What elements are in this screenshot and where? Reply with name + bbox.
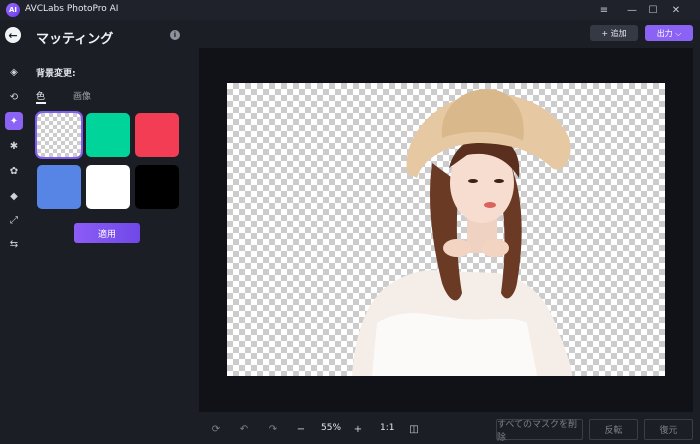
swatch-transparent[interactable] bbox=[35, 111, 83, 159]
maximize-button[interactable]: ☐ bbox=[645, 2, 661, 18]
title-bar: AI AVCLabs PhotoPro AI ≡ — ☐ ✕ bbox=[0, 0, 700, 20]
tab-image[interactable]: 画像 bbox=[73, 89, 91, 102]
bottom-toolbar: ⟳ ↶ ↷ − 55% + 1:1 ◫ すべてのマスクを削除 反転 復元 bbox=[199, 415, 693, 444]
back-button[interactable]: ← bbox=[5, 27, 21, 43]
matting-panel: マッティング i 背景変更: 色 画像 適用 bbox=[28, 20, 192, 444]
menu-icon[interactable]: ≡ bbox=[596, 2, 612, 18]
matting-tool-icon[interactable]: ✦ bbox=[5, 112, 23, 130]
enhance-tool-icon[interactable]: ⟲ bbox=[5, 88, 23, 106]
colorize-tool-icon[interactable]: ✱ bbox=[5, 137, 23, 155]
app-title: AVCLabs PhotoPro AI bbox=[25, 4, 119, 14]
reset-icon[interactable]: ⟳ bbox=[209, 422, 223, 436]
tab-color[interactable]: 色 bbox=[36, 89, 47, 104]
background-change-label: 背景変更: bbox=[36, 69, 76, 79]
restore-button[interactable]: 復元 bbox=[644, 419, 693, 440]
close-button[interactable]: ✕ bbox=[668, 2, 684, 18]
canvas-area bbox=[199, 48, 693, 412]
apply-button[interactable]: 適用 bbox=[74, 223, 140, 243]
swatch-white[interactable] bbox=[86, 165, 130, 209]
minimize-button[interactable]: — bbox=[624, 2, 640, 18]
info-icon[interactable]: i bbox=[170, 30, 180, 40]
face-tool-icon[interactable]: ✿ bbox=[5, 162, 23, 180]
eraser-tool-icon[interactable]: ◈ bbox=[5, 63, 23, 81]
app-logo-text: AI bbox=[8, 6, 18, 14]
invert-button[interactable]: 反転 bbox=[589, 419, 638, 440]
zoom-in-button[interactable]: + bbox=[351, 422, 365, 436]
subject-cutout bbox=[352, 88, 572, 376]
fill-tool-icon[interactable]: ◆ bbox=[5, 187, 23, 205]
actual-size-button[interactable]: 1:1 bbox=[380, 423, 394, 433]
zoom-out-button[interactable]: − bbox=[294, 422, 308, 436]
export-button[interactable]: 出力 ⌵ bbox=[645, 25, 693, 41]
tool-rail: ← ◈ ⟲ ✦ ✱ ✿ ◆ ⤢ ⇆ bbox=[0, 20, 28, 444]
swatch-blue[interactable] bbox=[37, 165, 81, 209]
panel-title: マッティング bbox=[36, 32, 114, 47]
swatch-green[interactable] bbox=[86, 113, 130, 157]
compare-icon[interactable]: ◫ bbox=[407, 422, 421, 436]
adjust-tool-icon[interactable]: ⇆ bbox=[5, 235, 23, 253]
app-logo: AI bbox=[6, 3, 20, 17]
image-canvas[interactable] bbox=[227, 83, 665, 376]
resize-tool-icon[interactable]: ⤢ bbox=[5, 211, 23, 229]
zoom-level: 55% bbox=[321, 423, 342, 433]
redo-icon[interactable]: ↷ bbox=[266, 422, 280, 436]
remove-all-masks-button[interactable]: すべてのマスクを削除 bbox=[496, 419, 583, 443]
undo-icon[interactable]: ↶ bbox=[237, 422, 251, 436]
add-button[interactable]: + 追加 bbox=[590, 25, 638, 41]
swatch-black[interactable] bbox=[135, 165, 179, 209]
swatch-red[interactable] bbox=[135, 113, 179, 157]
